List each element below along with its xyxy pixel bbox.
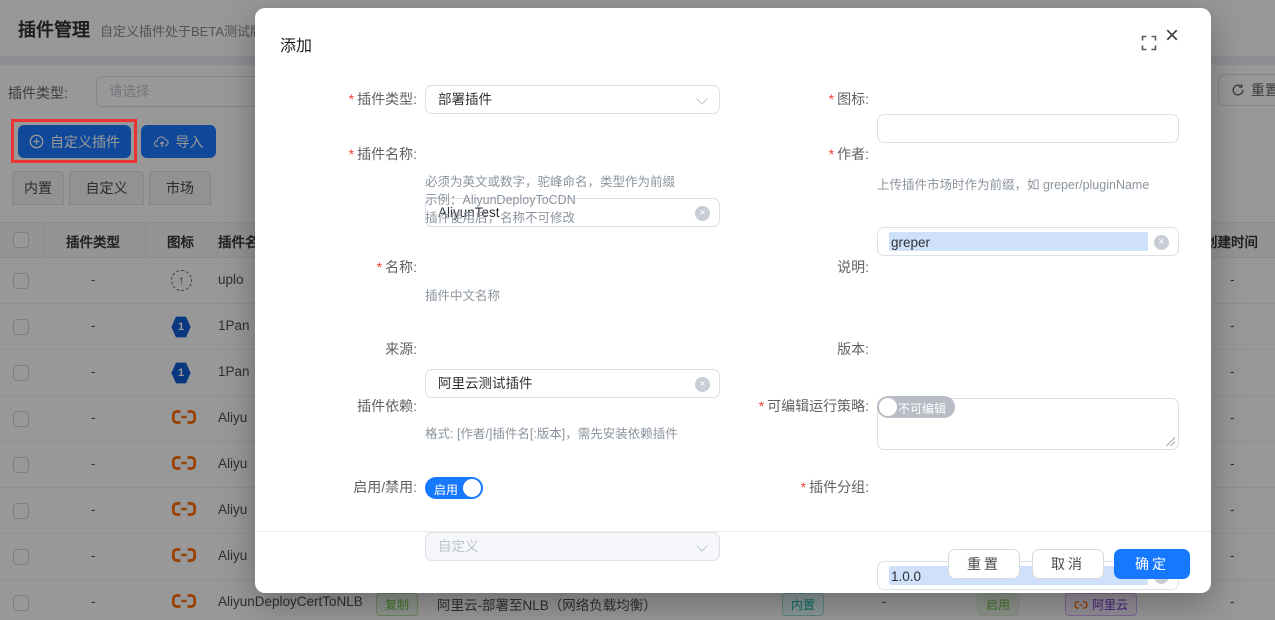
- clear-icon[interactable]: ×: [1154, 235, 1169, 250]
- source-value: 自定义: [438, 539, 479, 554]
- author-label: *作者:: [683, 140, 869, 169]
- editable-policy-label: *可编辑运行策略:: [683, 392, 869, 421]
- add-plugin-dialog: 添加 × *插件类型: 部署插件 *图标: *插件名称: AliyunTest …: [255, 8, 1211, 593]
- dependency-label: 插件依赖:: [255, 392, 417, 421]
- clear-icon[interactable]: ×: [695, 206, 710, 221]
- plugin-type-select[interactable]: 部署插件: [425, 85, 720, 114]
- required-mark: *: [801, 479, 806, 495]
- icon-input[interactable]: [877, 114, 1179, 143]
- name-label: *名称:: [255, 253, 417, 282]
- editable-policy-toggle[interactable]: 不可编辑: [877, 396, 955, 418]
- enabled-label: 启用/禁用:: [255, 473, 417, 502]
- screen: 插件管理 自定义插件处于BETA测试版， 插件类型: 请选择 重置 自定义插件 …: [0, 0, 1275, 620]
- footer-divider: [255, 531, 1211, 532]
- fullscreen-icon[interactable]: [1141, 35, 1157, 51]
- version-label: 版本:: [683, 335, 869, 364]
- confirm-button[interactable]: 确定: [1114, 549, 1190, 579]
- reset-button[interactable]: 重置: [948, 549, 1020, 579]
- name-help: 插件中文名称: [425, 287, 500, 305]
- required-mark: *: [349, 146, 354, 162]
- toggle-knob: [463, 479, 481, 497]
- plugin-type-value: 部署插件: [438, 92, 492, 107]
- close-icon[interactable]: ×: [1165, 24, 1179, 48]
- toggle-knob: [879, 398, 897, 416]
- required-mark: *: [829, 91, 834, 107]
- clear-icon[interactable]: ×: [695, 377, 710, 392]
- description-label: 说明:: [683, 253, 869, 282]
- toggle-label: 不可编辑: [898, 400, 946, 417]
- enabled-toggle[interactable]: 启用: [425, 477, 483, 499]
- required-mark: *: [377, 259, 382, 275]
- name-input[interactable]: 阿里云测试插件 ×: [425, 369, 720, 398]
- red-annotation-box: [11, 119, 137, 163]
- plugin-name-label: *插件名称:: [255, 140, 417, 169]
- required-mark: *: [829, 146, 834, 162]
- dependency-help: 格式: [作者/]插件名[:版本]，需先安装依赖插件: [425, 425, 678, 443]
- required-mark: *: [349, 91, 354, 107]
- toggle-label: 启用: [434, 481, 458, 498]
- group-label: *插件分组:: [683, 473, 869, 502]
- author-input[interactable]: greper ×: [877, 227, 1179, 256]
- plugin-name-help: 必须为英文或数字，驼峰命名，类型作为前缀 示例：AliyunDeployToCD…: [425, 173, 675, 227]
- dialog-title: 添加: [280, 32, 312, 56]
- resize-handle-icon[interactable]: [1166, 437, 1175, 446]
- chevron-down-icon: [696, 540, 707, 551]
- icon-label: *图标:: [683, 85, 869, 114]
- source-select: 自定义: [425, 532, 720, 561]
- author-help: 上传插件市场时作为前缀，如 greper/pluginName: [877, 176, 1149, 194]
- selected-text-highlight: greper: [889, 232, 1148, 251]
- required-mark: *: [759, 398, 764, 414]
- cancel-button[interactable]: 取消: [1032, 549, 1104, 579]
- source-label: 来源:: [255, 335, 417, 364]
- plugin-type-label: *插件类型:: [255, 85, 417, 114]
- name-value: 阿里云测试插件: [438, 376, 533, 391]
